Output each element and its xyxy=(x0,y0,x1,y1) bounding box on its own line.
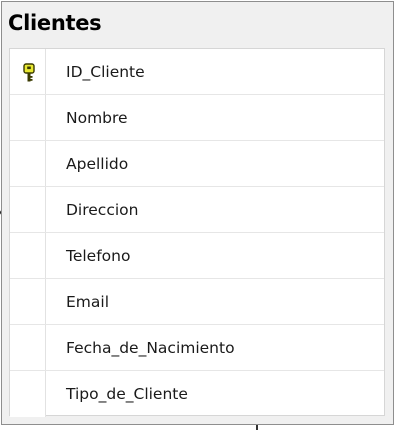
column-name: Telefono xyxy=(66,247,131,265)
column-name: Nombre xyxy=(66,109,128,127)
column-name: Direccion xyxy=(66,201,139,219)
row-selector[interactable] xyxy=(10,49,46,94)
column-name: Apellido xyxy=(66,155,129,173)
column-list: ID_Cliente Nombre Apellido Direccion Tel… xyxy=(9,48,385,417)
column-name: Tipo_de_Cliente xyxy=(66,385,188,403)
row-selector[interactable] xyxy=(10,95,46,140)
column-row[interactable]: Tipo_de_Cliente xyxy=(10,371,384,417)
column-name: Email xyxy=(66,293,110,311)
column-row[interactable]: Email xyxy=(10,279,384,325)
diagram-canvas: Clientes ID_Cliente Nombre Apellido Dire… xyxy=(0,0,397,430)
row-selector[interactable] xyxy=(10,233,46,278)
column-row[interactable]: Telefono xyxy=(10,233,384,279)
row-selector[interactable] xyxy=(10,187,46,232)
column-name: Fecha_de_Nacimiento xyxy=(66,339,235,357)
column-row[interactable]: Direccion xyxy=(10,187,384,233)
row-selector[interactable] xyxy=(10,279,46,324)
relationship-line-stub[interactable] xyxy=(256,425,258,430)
row-selector[interactable] xyxy=(10,371,46,417)
column-row[interactable]: Apellido xyxy=(10,141,384,187)
column-row[interactable]: Nombre xyxy=(10,95,384,141)
table-clientes[interactable]: Clientes ID_Cliente Nombre Apellido Dire… xyxy=(1,1,394,425)
row-selector[interactable] xyxy=(10,325,46,370)
table-title[interactable]: Clientes xyxy=(8,6,102,40)
column-name: ID_Cliente xyxy=(66,63,145,81)
primary-key-icon xyxy=(23,63,35,82)
column-row[interactable]: ID_Cliente xyxy=(10,49,384,95)
row-selector[interactable] xyxy=(10,141,46,186)
column-row[interactable]: Fecha_de_Nacimiento xyxy=(10,325,384,371)
